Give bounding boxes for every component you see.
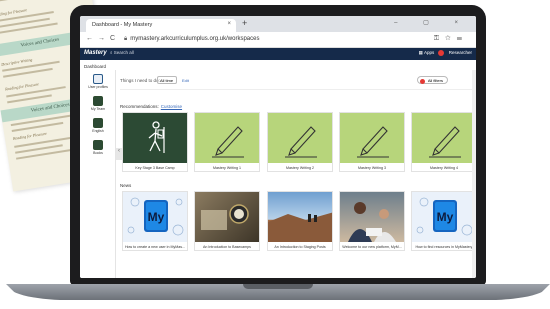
card-thumbnail [268, 192, 332, 242]
recommendation-card[interactable]: Mastery Writing 1 [194, 112, 260, 172]
browser-tab[interactable]: Dashboard - My Mastery × [86, 19, 236, 32]
search-input[interactable]: ⌕ Search all [110, 50, 134, 55]
pen-icon [357, 126, 389, 158]
laptop-screen: Dashboard - My Mastery × + – ▢ × ← → C 🔒… [80, 16, 476, 278]
card-caption: An Introduction to Basecamps [203, 245, 251, 249]
card-caption: Welcome to our new platform, MyM... [342, 245, 402, 249]
sidebar-item-label: English [92, 129, 104, 133]
sidebar-item-label: Books [93, 151, 103, 155]
url-text: mymastery.arkcurriculumplus.org.uk/works… [130, 36, 260, 42]
pen-icon [285, 126, 317, 158]
card-thumbnail: My [123, 192, 187, 242]
browser-tab-bar: Dashboard - My Mastery × + – ▢ × [80, 16, 476, 32]
customise-link[interactable]: Customise [161, 104, 182, 109]
card-caption: Mastery Writing 1 [213, 166, 241, 170]
recommendations-heading: Recommendations: Customise [120, 104, 183, 109]
card-caption: Mastery Writing 2 [286, 166, 314, 170]
browser-actions[interactable]: ⚿☆☰ [434, 35, 468, 43]
filters-label: All filters [427, 78, 443, 83]
apps-label[interactable]: Apps [424, 50, 434, 55]
news-card[interactable]: An Introduction to Basecamps [194, 191, 260, 251]
notification-icon[interactable] [438, 50, 445, 56]
brand-logo[interactable]: Mastery [84, 50, 107, 56]
forward-arrow-icon[interactable]: → [98, 35, 105, 42]
team-icon [93, 96, 103, 106]
tasks-prompt: Things I need to do: [120, 78, 160, 83]
recommendation-card[interactable]: Mastery Writing 2 [267, 112, 333, 172]
card-thumbnail [268, 113, 332, 163]
recommendation-card[interactable]: Key Stage 3 Base Camp [122, 112, 188, 172]
laptop-base [6, 284, 550, 300]
new-tab-button[interactable]: + [242, 18, 247, 28]
hiker-icon [148, 121, 165, 153]
laptop-notch [243, 284, 313, 289]
sidebar-item-my-team[interactable]: My Team [80, 96, 116, 111]
filters-button[interactable]: All filters [416, 76, 448, 84]
sidebar-item-label: User profiles [88, 85, 108, 89]
tasks-toolbar: Things I need to do: All time Edit All f… [120, 70, 472, 90]
news-heading: News [120, 183, 132, 188]
sidebar: User profiles My Team English Books [80, 70, 116, 278]
news-card[interactable]: My How to find resources in MyMastery [411, 191, 476, 251]
tab-title: Dashboard - My Mastery [92, 22, 153, 28]
close-tab-icon[interactable]: × [227, 21, 231, 27]
breadcrumb[interactable]: Dashboard [84, 64, 106, 69]
back-arrow-icon[interactable]: ← [86, 35, 93, 42]
my-logo-icon: My [416, 197, 473, 236]
sidebar-item-english[interactable]: English [80, 118, 116, 133]
book-icon [93, 118, 103, 128]
card-thumbnail [412, 113, 476, 163]
people-photo-icon [348, 202, 396, 242]
my-badge-text: My [437, 210, 454, 224]
header-actions: ▦ Apps Researcher [419, 50, 472, 56]
pen-icon [429, 126, 461, 158]
sidebar-item-books[interactable]: Books [80, 140, 116, 155]
edit-link[interactable]: Edit [182, 78, 189, 83]
card-thumbnail: My [412, 192, 476, 242]
card-caption: An Introduction to Staging Posts [274, 245, 326, 249]
user-label[interactable]: Researcher [449, 50, 472, 55]
recommendation-card[interactable]: Mastery Writing 4 [411, 112, 476, 172]
card-caption: Mastery Writing 3 [358, 166, 386, 170]
card-thumbnail [195, 192, 259, 242]
sidebar-item-user-profiles[interactable]: User profiles [80, 74, 116, 89]
card-thumbnail [340, 192, 404, 242]
address-bar: ← → C 🔒︎ mymastery.arkcurriculumplus.org.… [80, 32, 476, 48]
page-scrollbar[interactable] [472, 70, 476, 278]
url-field[interactable]: 🔒︎ mymastery.arkcurriculumplus.org.uk/wor… [124, 36, 259, 43]
card-caption: Key Stage 3 Base Camp [135, 166, 175, 170]
scene: Voices and Choices Voices and Choices Re… [0, 0, 550, 309]
reload-icon[interactable]: C [110, 35, 115, 42]
recommendation-card[interactable]: Mastery Writing 3 [339, 112, 405, 172]
my-badge-text: My [148, 210, 165, 224]
lock-icon: 🔒︎ [124, 36, 128, 42]
news-card[interactable]: Welcome to our new platform, MyM... [339, 191, 405, 251]
filter-indicator-icon [419, 78, 425, 84]
paper-heading: Reading for Pleasure [12, 130, 48, 141]
card-caption: How to find resources in MyMastery [415, 245, 473, 249]
sidebar-item-label: My Team [90, 107, 106, 111]
recommendations-title: Recommendations [120, 104, 158, 109]
news-card[interactable]: An Introduction to Staging Posts [267, 191, 333, 251]
search-placeholder: Search all [113, 50, 134, 55]
user-icon [93, 74, 103, 84]
my-logo-icon: My [127, 197, 184, 236]
card-thumbnail [123, 113, 187, 163]
app-header: Mastery ⌕ Search all ▦ Apps Researcher [80, 48, 476, 60]
compass-photo-icon [201, 204, 249, 230]
card-caption: Mastery Writing 4 [430, 166, 458, 170]
window-controls[interactable]: – ▢ × [394, 19, 470, 26]
hikers-photo-icon [268, 212, 332, 242]
books-icon [93, 140, 103, 150]
time-filter-select[interactable]: All time [157, 76, 177, 84]
card-thumbnail [195, 113, 259, 163]
card-thumbnail [340, 113, 404, 163]
pen-icon [212, 126, 244, 158]
news-card[interactable]: My How to create a new user in MyMas... [122, 191, 188, 251]
card-caption: How to create a new user in MyMas... [124, 245, 186, 249]
